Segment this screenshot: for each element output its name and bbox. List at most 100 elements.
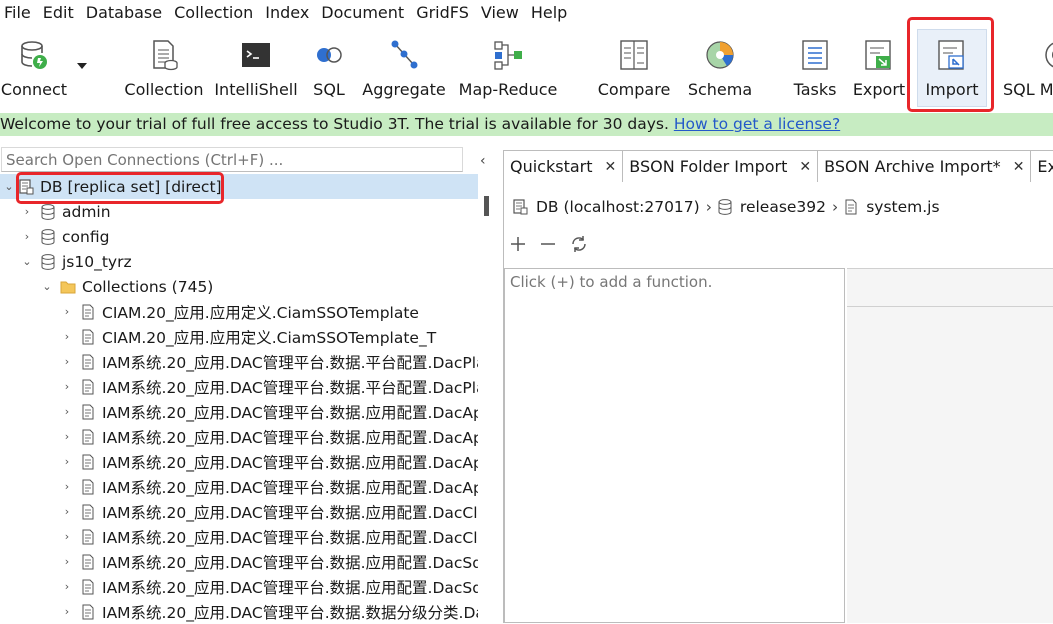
chevron-right-icon[interactable]: › bbox=[62, 605, 72, 618]
tab-bson-folder-import[interactable]: BSON Folder Import ✕ bbox=[623, 150, 819, 182]
tree-collection-item[interactable]: › CIAM.20_应用.应用定义.CiamSSOTemplate_T bbox=[0, 324, 478, 349]
chevron-right-icon[interactable]: › bbox=[62, 480, 72, 493]
tab-bson-archive-import[interactable]: BSON Archive Import* ✕ bbox=[818, 150, 1032, 182]
collection-label: IAM系统.20_应用.DAC管理平台.数据.应用配置.DacSdkC bbox=[102, 578, 478, 597]
connect-button[interactable]: Connect bbox=[0, 25, 68, 113]
menu-gridfs[interactable]: GridFS bbox=[412, 0, 477, 25]
sql-migration-button[interactable]: SQL Mi bbox=[1000, 25, 1053, 113]
tree-db-admin[interactable]: › admin bbox=[0, 199, 478, 224]
menu-database[interactable]: Database bbox=[82, 0, 170, 25]
tree-collection-item[interactable]: › IAM系统.20_应用.DAC管理平台.数据.应用配置.DacSdkC bbox=[0, 574, 478, 599]
connect-dropdown-icon[interactable] bbox=[77, 63, 87, 69]
menu-help[interactable]: Help bbox=[527, 0, 575, 25]
chevron-right-icon[interactable]: › bbox=[22, 205, 32, 218]
tree-collection-item[interactable]: › CIAM.20_应用.应用定义.CiamSSOTemplate bbox=[0, 299, 478, 324]
breadcrumb-file[interactable]: system.js bbox=[866, 198, 939, 216]
chevron-right-icon[interactable]: › bbox=[62, 430, 72, 443]
breadcrumb-database[interactable]: release392 bbox=[740, 198, 826, 216]
chevron-right-icon[interactable]: › bbox=[62, 530, 72, 543]
collection-label: IAM系统.20_应用.DAC管理平台.数据.应用配置.DacSdkC bbox=[102, 553, 478, 572]
tree-scrollbar[interactable] bbox=[484, 196, 489, 216]
close-icon[interactable]: ✕ bbox=[1013, 159, 1025, 175]
menu-collection[interactable]: Collection bbox=[170, 0, 261, 25]
chevron-right-icon[interactable]: › bbox=[62, 455, 72, 468]
tab-export[interactable]: Export* bbox=[1031, 150, 1053, 182]
collection-button[interactable]: Collection bbox=[124, 25, 204, 113]
tab-quickstart[interactable]: Quickstart ✕ bbox=[503, 150, 624, 182]
chevron-right-icon[interactable]: › bbox=[62, 330, 72, 343]
close-icon[interactable]: ✕ bbox=[605, 159, 617, 175]
collection-icon bbox=[80, 354, 96, 370]
chevron-right-icon[interactable]: › bbox=[62, 555, 72, 568]
tasks-label: Tasks bbox=[793, 80, 837, 99]
tree-db-config[interactable]: › config bbox=[0, 224, 478, 249]
compare-button[interactable]: Compare bbox=[598, 25, 670, 113]
collection-label: Collection bbox=[124, 80, 204, 99]
pane-splitter[interactable] bbox=[478, 136, 502, 623]
empty-hint: Click (+) to add a function. bbox=[510, 273, 713, 291]
map-reduce-icon bbox=[491, 38, 525, 72]
tree-collection-item[interactable]: › IAM系统.20_应用.DAC管理平台.数据.平台配置.DacPlatf bbox=[0, 349, 478, 374]
collection-label: IAM系统.20_应用.DAC管理平台.数据.应用配置.DacApp bbox=[102, 453, 478, 472]
tasks-button[interactable]: Tasks bbox=[786, 25, 844, 113]
map-reduce-button[interactable]: Map-Reduce bbox=[458, 25, 558, 113]
database-icon bbox=[40, 203, 56, 220]
sql-button[interactable]: SQL bbox=[308, 25, 350, 113]
import-label: Import bbox=[925, 80, 979, 99]
chevron-right-icon[interactable]: › bbox=[62, 580, 72, 593]
menu-edit[interactable]: Edit bbox=[39, 0, 82, 25]
tree-collection-item[interactable]: › IAM系统.20_应用.DAC管理平台.数据.应用配置.DacApp bbox=[0, 399, 478, 424]
menu-file[interactable]: File bbox=[0, 0, 39, 25]
menu-view[interactable]: View bbox=[477, 0, 527, 25]
chevron-right-icon[interactable]: › bbox=[62, 355, 72, 368]
function-list[interactable]: Click (+) to add a function. bbox=[504, 268, 845, 623]
export-button[interactable]: Export bbox=[852, 25, 906, 113]
server-icon bbox=[18, 178, 34, 195]
collection-label: CIAM.20_应用.应用定义.CiamSSOTemplate_T bbox=[102, 328, 437, 347]
tree-collection-item[interactable]: › IAM系统.20_应用.DAC管理平台.数据.应用配置.DacApp bbox=[0, 474, 478, 499]
aggregate-button[interactable]: Aggregate bbox=[362, 25, 446, 113]
tree-db-js10-tyrz[interactable]: ⌄ js10_tyrz bbox=[0, 249, 478, 274]
tree-collection-item[interactable]: › IAM系统.20_应用.DAC管理平台.数据.应用配置.DacApp bbox=[0, 449, 478, 474]
collapse-left-icon[interactable]: ‹ bbox=[480, 153, 486, 169]
tree-collection-item[interactable]: › IAM系统.20_应用.DAC管理平台.数据.应用配置.DacClien bbox=[0, 524, 478, 549]
intellishell-button[interactable]: IntelliShell bbox=[214, 25, 298, 113]
close-icon[interactable]: ✕ bbox=[799, 159, 811, 175]
search-connections-input[interactable] bbox=[1, 147, 463, 172]
chevron-right-icon[interactable]: › bbox=[62, 305, 72, 318]
menu-index[interactable]: Index bbox=[261, 0, 317, 25]
tree-collection-item[interactable]: › IAM系统.20_应用.DAC管理平台.数据.应用配置.DacApp bbox=[0, 424, 478, 449]
schema-button[interactable]: Schema bbox=[686, 25, 754, 113]
compare-label: Compare bbox=[597, 80, 671, 99]
import-icon bbox=[935, 38, 969, 72]
tree-collections-folder[interactable]: ⌄ Collections (745) bbox=[0, 274, 478, 299]
collection-label: IAM系统.20_应用.DAC管理平台.数据.应用配置.DacApp bbox=[102, 428, 478, 447]
collection-icon bbox=[80, 454, 96, 470]
database-icon bbox=[718, 199, 732, 215]
menu-document[interactable]: Document bbox=[317, 0, 412, 25]
tab-label: BSON Folder Import bbox=[629, 157, 788, 176]
chevron-right-icon[interactable]: › bbox=[62, 405, 72, 418]
chevron-down-icon[interactable]: ⌄ bbox=[4, 180, 14, 193]
add-icon[interactable] bbox=[510, 236, 526, 256]
sql-label: SQL bbox=[313, 80, 345, 99]
tree-collection-item[interactable]: › IAM系统.20_应用.DAC管理平台.数据.应用配置.DacClien bbox=[0, 499, 478, 524]
function-toolbar bbox=[510, 235, 588, 257]
refresh-icon[interactable] bbox=[570, 235, 588, 257]
collection-label: IAM系统.20_应用.DAC管理平台.数据.应用配置.DacApp bbox=[102, 403, 478, 422]
chevron-right-icon[interactable]: › bbox=[62, 505, 72, 518]
collection-label: IAM系统.20_应用.DAC管理平台.数据.平台配置.DacPlatf bbox=[102, 378, 478, 397]
chevron-right-icon[interactable]: › bbox=[62, 380, 72, 393]
tree-root-connection[interactable]: ⌄ DB [replica set] [direct] bbox=[0, 174, 478, 199]
sql-icon bbox=[312, 38, 346, 72]
import-button[interactable]: Import bbox=[918, 25, 986, 113]
chevron-down-icon[interactable]: ⌄ bbox=[22, 255, 32, 268]
chevron-down-icon[interactable]: ⌄ bbox=[42, 280, 52, 293]
chevron-right-icon[interactable]: › bbox=[22, 230, 32, 243]
tree-collection-item[interactable]: › IAM系统.20_应用.DAC管理平台.数据.应用配置.DacSdkC bbox=[0, 549, 478, 574]
tree-collection-item[interactable]: › IAM系统.20_应用.DAC管理平台.数据.平台配置.DacPlatf bbox=[0, 374, 478, 399]
tree-collection-item[interactable]: › IAM系统.20_应用.DAC管理平台.数据.数据分级分类.Dac bbox=[0, 599, 478, 624]
license-link[interactable]: How to get a license? bbox=[674, 115, 840, 133]
remove-icon[interactable] bbox=[540, 236, 556, 256]
breadcrumb-connection[interactable]: DB (localhost:27017) bbox=[536, 198, 700, 216]
